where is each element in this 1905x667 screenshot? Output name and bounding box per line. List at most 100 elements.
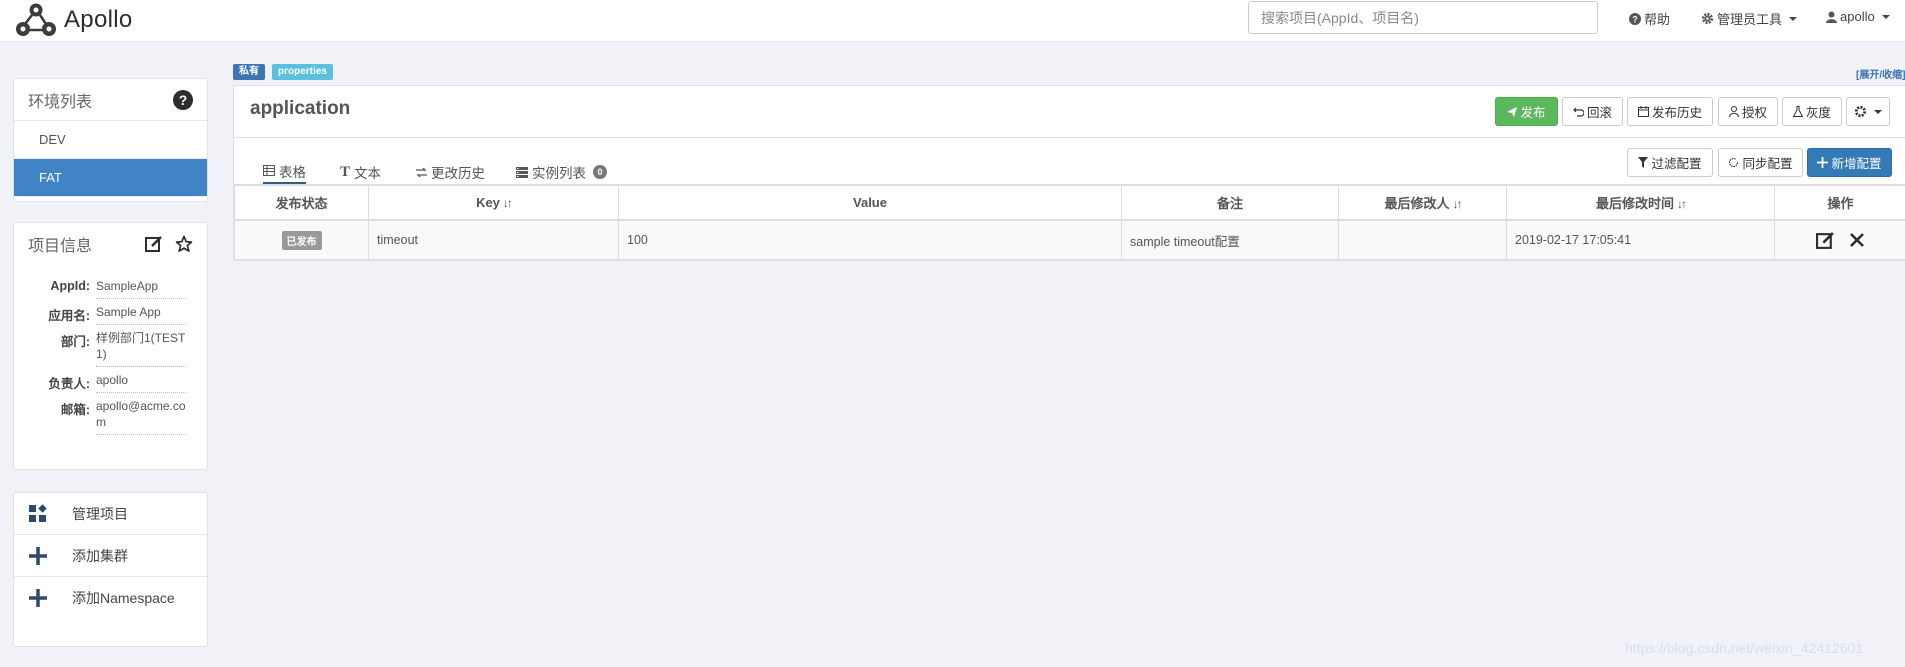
info-label: AppId:	[50, 279, 90, 293]
sort-icon[interactable]: ↓↑	[1677, 197, 1687, 211]
filter-config-label: 过滤配置	[1651, 157, 1702, 171]
actions-panel: 管理项目 添加集群 添加Namespace	[13, 492, 208, 647]
project-info-list: AppId: SampleApp 应用名: Sample App 部门: 样例部门1(TE…	[14, 265, 207, 435]
project-info-header: 项目信息	[14, 223, 207, 265]
tab-table-label: 表格	[279, 164, 306, 180]
column-header-modifier-label: 最后修改人	[1384, 196, 1450, 211]
info-row: 应用名: Sample App	[14, 299, 207, 325]
user-outline-icon	[1728, 106, 1739, 117]
info-row: 邮箱: apollo@acme.com	[14, 393, 207, 435]
project-info-panel: 项目信息 AppId: SampleApp 应用名: Sample App 部门: 样例部…	[13, 222, 208, 470]
add-config-button[interactable]: 新增配置	[1807, 148, 1892, 177]
chevron-down-icon	[1789, 16, 1798, 21]
tab-change-history-label: 更改历史	[431, 166, 485, 181]
info-value: SampleApp	[96, 273, 186, 299]
history-icon	[416, 167, 427, 177]
admin-tools-label: 管理员工具	[1717, 12, 1783, 27]
expand-collapse-link[interactable]: [展开/收缩]	[1856, 66, 1905, 81]
column-header-modifier[interactable]: 最后修改人 ↓↑	[1338, 184, 1507, 221]
sort-icon[interactable]: ↓↑	[503, 196, 513, 210]
tab-change-history[interactable]: 更改历史	[416, 159, 485, 185]
delete-icon[interactable]	[1849, 232, 1865, 248]
info-value: 样例部门1(TEST1)	[96, 325, 186, 367]
gray-release-label: 灰度	[1805, 106, 1831, 120]
column-header-status-label: 发布状态	[275, 196, 328, 211]
plus-icon	[29, 589, 47, 607]
text-icon: T	[340, 163, 351, 180]
authorize-label: 授权	[1741, 106, 1767, 120]
chevron-down-icon	[1881, 14, 1890, 19]
column-header-comment: 备注	[1121, 184, 1339, 221]
table-header-row: 发布状态 Key ↓↑ Value 备注 最后修改人 ↓↑ 最后修改时间 ↓↑ 操作	[234, 184, 1905, 221]
info-row: 部门: 样例部门1(TEST1)	[14, 325, 207, 367]
settings-dropdown-button[interactable]	[1846, 97, 1890, 126]
tab-instances[interactable]: 实例列表 0	[516, 159, 607, 185]
add-cluster-action[interactable]: 添加集群	[14, 535, 207, 577]
publish-history-button[interactable]: 发布历史	[1627, 97, 1713, 126]
column-header-modified-time-label: 最后修改时间	[1595, 196, 1674, 211]
comment-cell: sample timeout配置	[1121, 219, 1339, 261]
user-icon	[1826, 11, 1837, 23]
tab-table[interactable]: 表格	[263, 159, 306, 185]
modifier-cell	[1338, 219, 1507, 261]
gear-icon	[1701, 12, 1714, 25]
sync-config-button[interactable]: 同步配置	[1718, 148, 1803, 177]
help-icon[interactable]: ?	[173, 89, 193, 110]
private-tag: 私有	[233, 64, 265, 80]
filter-config-button[interactable]: 过滤配置	[1627, 148, 1713, 177]
sort-icon[interactable]: ↓↑	[1453, 197, 1463, 211]
env-list-header: 环境列表 ?	[14, 79, 207, 121]
add-namespace-label: 添加Namespace	[72, 590, 175, 606]
column-header-modified-time[interactable]: 最后修改时间 ↓↑	[1506, 184, 1775, 221]
chevron-down-icon	[1874, 109, 1882, 114]
column-header-comment-label: 备注	[1216, 196, 1243, 211]
search-input[interactable]	[1248, 1, 1598, 34]
edit-icon[interactable]	[1816, 231, 1835, 250]
column-header-actions-label: 操作	[1827, 196, 1854, 211]
table-row: 已发布 timeout 100 sample timeout配置 2019-02…	[234, 219, 1905, 261]
config-table: 发布状态 Key ↓↑ Value 备注 最后修改人 ↓↑ 最后修改时间 ↓↑ 操作 …	[234, 184, 1905, 261]
table-icon	[263, 165, 275, 176]
apollo-logo[interactable]: Apollo	[12, 2, 133, 38]
publish-history-label: 发布历史	[1651, 106, 1702, 120]
column-header-key[interactable]: Key ↓↑	[368, 184, 619, 221]
brand-name: Apollo	[64, 6, 133, 33]
publish-button[interactable]: 发布	[1495, 97, 1558, 126]
env-list: DEV FAT	[14, 121, 207, 197]
actions-cell	[1774, 219, 1905, 261]
namespace-panel: application 发布 回滚 发布历史 授权 灰度 表格 T 文本 更改历…	[233, 85, 1905, 261]
star-icon[interactable]	[175, 235, 193, 253]
published-badge: 已发布	[281, 230, 322, 250]
calendar-icon	[1637, 106, 1649, 117]
flask-icon	[1792, 106, 1803, 117]
column-header-value-label: Value	[853, 195, 887, 210]
info-row: 负责人: apollo	[14, 367, 207, 393]
info-label: 部门:	[60, 335, 90, 349]
publish-label: 发布	[1520, 106, 1546, 120]
header-divider	[234, 137, 1905, 138]
key-cell: timeout	[368, 219, 619, 261]
help-link[interactable]: ? 帮助	[1629, 9, 1670, 28]
authorize-button[interactable]: 授权	[1718, 97, 1778, 126]
rollback-button[interactable]: 回滚	[1562, 97, 1623, 126]
tab-text[interactable]: T 文本	[340, 159, 381, 185]
instance-count-badge: 0	[593, 165, 607, 179]
user-menu[interactable]: apollo	[1826, 9, 1890, 24]
info-label: 负责人:	[48, 377, 90, 391]
add-namespace-action[interactable]: 添加Namespace	[14, 577, 207, 619]
info-value: apollo@acme.com	[96, 393, 186, 435]
edit-icon[interactable]	[145, 235, 163, 253]
gray-release-button[interactable]: 灰度	[1782, 97, 1842, 126]
sync-config-label: 同步配置	[1742, 157, 1793, 171]
namespace-title: application	[250, 98, 351, 119]
info-label: 应用名:	[48, 309, 90, 323]
env-item-fat[interactable]: FAT	[14, 159, 207, 197]
tab-instances-label: 实例列表	[532, 166, 586, 181]
manage-project-action[interactable]: 管理项目	[14, 493, 207, 535]
tab-text-label: 文本	[354, 166, 382, 181]
admin-tools-menu[interactable]: 管理员工具	[1701, 9, 1798, 28]
column-header-actions: 操作	[1774, 184, 1905, 221]
manage-project-label: 管理项目	[72, 505, 128, 522]
env-item-dev[interactable]: DEV	[14, 121, 207, 159]
info-value: apollo	[96, 367, 186, 393]
